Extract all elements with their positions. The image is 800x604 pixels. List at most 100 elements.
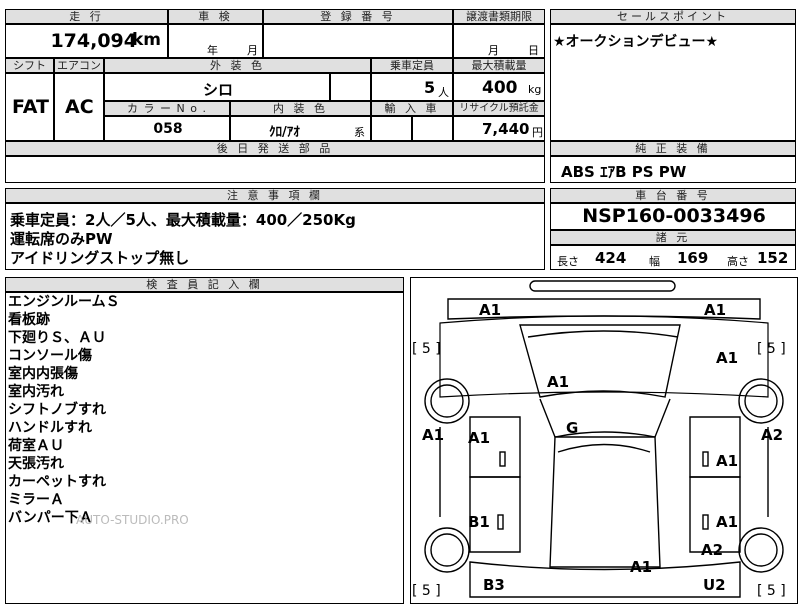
colorno-cell: 058 (104, 116, 230, 141)
damage-front-door-right: A1 (716, 452, 739, 470)
damage-front-left: A1 (479, 301, 502, 319)
inspector-line-8: ハンドルすれ (8, 420, 92, 436)
dims-cell: 長さ 424 幅 169 高さ 152 (550, 245, 796, 270)
shaken-header: 車 検 (168, 9, 263, 24)
standard-equipment-header: 純 正 装 備 (550, 141, 796, 156)
notes-box: 乗車定員：2人／5人、最大積載量：400／250Kg 運転席のみPW アイドリン… (5, 203, 545, 270)
watermark: AUTO-STUDIO.PRO (76, 513, 189, 527)
exterior-header: 外 装 色 (104, 58, 371, 73)
capacity-cell: 5 人 (371, 73, 453, 101)
import-cell-a (371, 116, 412, 141)
notes-line-3: アイドリングストップ無し (10, 249, 190, 267)
capacity-unit: 人 (438, 86, 449, 99)
colorno-header: カ ラ ー N o . (104, 101, 230, 116)
damage-windshield: G (566, 419, 579, 437)
registration-header: 登 録 番 号 (263, 9, 453, 24)
dims-header: 諸 元 (550, 230, 796, 245)
height-value: 152 (757, 249, 789, 267)
inspector-line-9: 荷室ＡＵ (8, 438, 64, 454)
chassis-value: NSP160-0033496 (582, 205, 766, 227)
height-label: 高さ (727, 255, 749, 268)
maxload-unit: kg (528, 83, 542, 96)
mileage-cell: 174,094 km (5, 24, 168, 58)
damage-fender-right: A1 (716, 349, 739, 367)
damage-front-door-left: A1 (468, 429, 491, 447)
colorno-value: 058 (153, 121, 183, 137)
capacity-header: 乗車定員 (371, 58, 453, 73)
inspector-line-4: コンソール傷 (8, 348, 92, 364)
tire-rear-right: [ 5 ] (757, 583, 786, 599)
tire-front-left: [ 5 ] (412, 341, 441, 357)
inspector-line-10: 天張汚れ (8, 456, 64, 472)
width-value: 169 (677, 249, 709, 267)
import-cell-b (412, 116, 453, 141)
later-parts-cell (5, 156, 545, 183)
transfer-deadline-header: 譲渡書類期限 (453, 9, 545, 24)
registration-cell (263, 24, 453, 58)
recycle-value: 7,440 (482, 120, 530, 138)
inspector-line-1: エンジンルームＳ (8, 294, 120, 310)
inspector-line-2: 看板跡 (8, 312, 50, 328)
inspector-header: 検 査 員 記 入 欄 (5, 277, 404, 292)
length-label: 長さ (557, 255, 579, 268)
transfer-day: 日 (528, 44, 539, 57)
damage-side-right: A2 (761, 426, 784, 444)
damage-rear-door-left: B1 (468, 513, 490, 531)
damage-side-left: A1 (422, 426, 445, 444)
inspector-line-6: 室内汚れ (8, 384, 64, 400)
interior-value: ｸﾛ/ｱｵ (269, 125, 300, 140)
damage-rear-quarter-right: A2 (701, 541, 724, 559)
interior-header: 内 装 色 (230, 101, 371, 116)
damage-rear-door-right: A1 (716, 513, 739, 531)
mileage-value: 174,094 (50, 30, 137, 52)
aircon-value: AC (65, 96, 94, 118)
chassis-header: 車 台 番 号 (550, 188, 796, 203)
damage-roof: A1 (630, 558, 653, 576)
damage-front-right: A1 (704, 301, 727, 319)
mileage-unit: km (131, 30, 161, 50)
tire-front-right: [ 5 ] (757, 341, 786, 357)
recycle-cell: 7,440 円 (453, 116, 545, 141)
damage-hood: A1 (547, 373, 570, 391)
standard-equipment-cell: ABS ｴｱB PS PW (550, 156, 796, 183)
later-parts-header: 後 日 発 送 部 品 (5, 141, 545, 156)
car-diagram-box: A1 A1 A1 A1 A1 G A1 A2 A1 B1 A1 A2 A1 B3… (410, 277, 798, 604)
aircon-header: エアコン (54, 58, 104, 73)
maxload-value: 400 (482, 78, 518, 98)
notes-line-1: 乗車定員：2人／5人、最大積載量：400／250Kg (10, 211, 356, 229)
shift-cell: FAT (5, 73, 54, 141)
selling-point-box: ★オークションデビュー★ (550, 24, 796, 141)
exterior-cell: シロ (104, 73, 330, 101)
recycle-header: リサイクル預託金 (453, 101, 545, 116)
exterior-extra-cell (330, 73, 371, 101)
damage-rear-left: B3 (483, 576, 505, 594)
shaken-year: 年 (207, 44, 218, 57)
inspector-line-7: シフトノブすれ (8, 402, 106, 418)
selling-point-header: セールスポイント (550, 9, 796, 24)
maxload-cell: 400 kg (453, 73, 545, 101)
shaken-month: 月 (247, 44, 258, 57)
shift-header: シフト (5, 58, 54, 73)
exterior-value: シロ (202, 81, 233, 99)
width-label: 幅 (649, 255, 660, 268)
tire-rear-left: [ 5 ] (412, 583, 441, 599)
inspector-line-3: 下廻りＳ、ＡＵ (8, 330, 106, 346)
chassis-cell: NSP160-0033496 (550, 203, 796, 230)
maxload-header: 最大積載量 (453, 58, 545, 73)
damage-rear-right: U2 (703, 576, 726, 594)
selling-point-text: ★オークションデビュー★ (553, 34, 719, 50)
inspector-line-12: ミラーＡ (8, 492, 64, 508)
notes-line-2: 運転席のみPW (10, 230, 113, 248)
import-header: 輸 入 車 (371, 101, 453, 116)
inspector-line-5: 室内内張傷 (8, 366, 78, 382)
length-value: 424 (595, 249, 627, 267)
interior-suffix: 系 (354, 126, 365, 139)
interior-cell: ｸﾛ/ｱｵ 系 (230, 116, 371, 141)
recycle-unit: 円 (532, 126, 543, 139)
shaken-cell: 年 月 (168, 24, 263, 58)
notes-header: 注 意 事 項 欄 (5, 188, 545, 203)
shift-value: FAT (12, 96, 49, 118)
mileage-header: 走 行 (5, 9, 168, 24)
transfer-deadline-cell: 月 日 (453, 24, 545, 58)
inspector-line-11: カーペットすれ (8, 474, 106, 490)
